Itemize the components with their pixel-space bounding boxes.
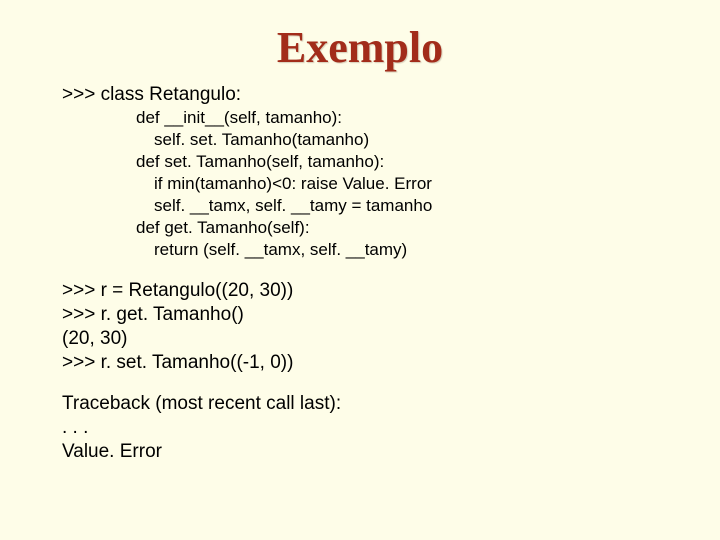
slide-content: >>> class Retangulo: def __init__(self, …	[0, 83, 720, 464]
code-nested: def __init__(self, tamanho): self. set. …	[62, 107, 658, 262]
traceback-line: Traceback (most recent call last):	[62, 392, 658, 416]
session-line: >>> r = Retangulo((20, 30))	[62, 279, 658, 303]
code-line: def __init__(self, tamanho):	[62, 107, 658, 129]
session-line: >>> r. get. Tamanho()	[62, 303, 658, 327]
code-line: if min(tamanho)<0: raise Value. Error	[62, 173, 658, 195]
session-block: >>> r = Retangulo((20, 30)) >>> r. get. …	[62, 279, 658, 374]
code-line: return (self. __tamx, self. __tamy)	[62, 239, 658, 261]
slide-title: Exemplo	[0, 0, 720, 83]
code-line: def set. Tamanho(self, tamanho):	[62, 151, 658, 173]
code-block: >>> class Retangulo: def __init__(self, …	[62, 83, 658, 261]
slide: Exemplo >>> class Retangulo: def __init_…	[0, 0, 720, 540]
code-line: self. __tamx, self. __tamy = tamanho	[62, 195, 658, 217]
traceback-block: Traceback (most recent call last): . . .…	[62, 392, 658, 463]
code-line: self. set. Tamanho(tamanho)	[62, 129, 658, 151]
session-line: >>> r. set. Tamanho((-1, 0))	[62, 351, 658, 375]
code-line: >>> class Retangulo:	[62, 83, 658, 107]
session-line: (20, 30)	[62, 327, 658, 351]
code-line: def get. Tamanho(self):	[62, 217, 658, 239]
traceback-line: . . .	[62, 416, 658, 440]
traceback-line: Value. Error	[62, 440, 658, 464]
